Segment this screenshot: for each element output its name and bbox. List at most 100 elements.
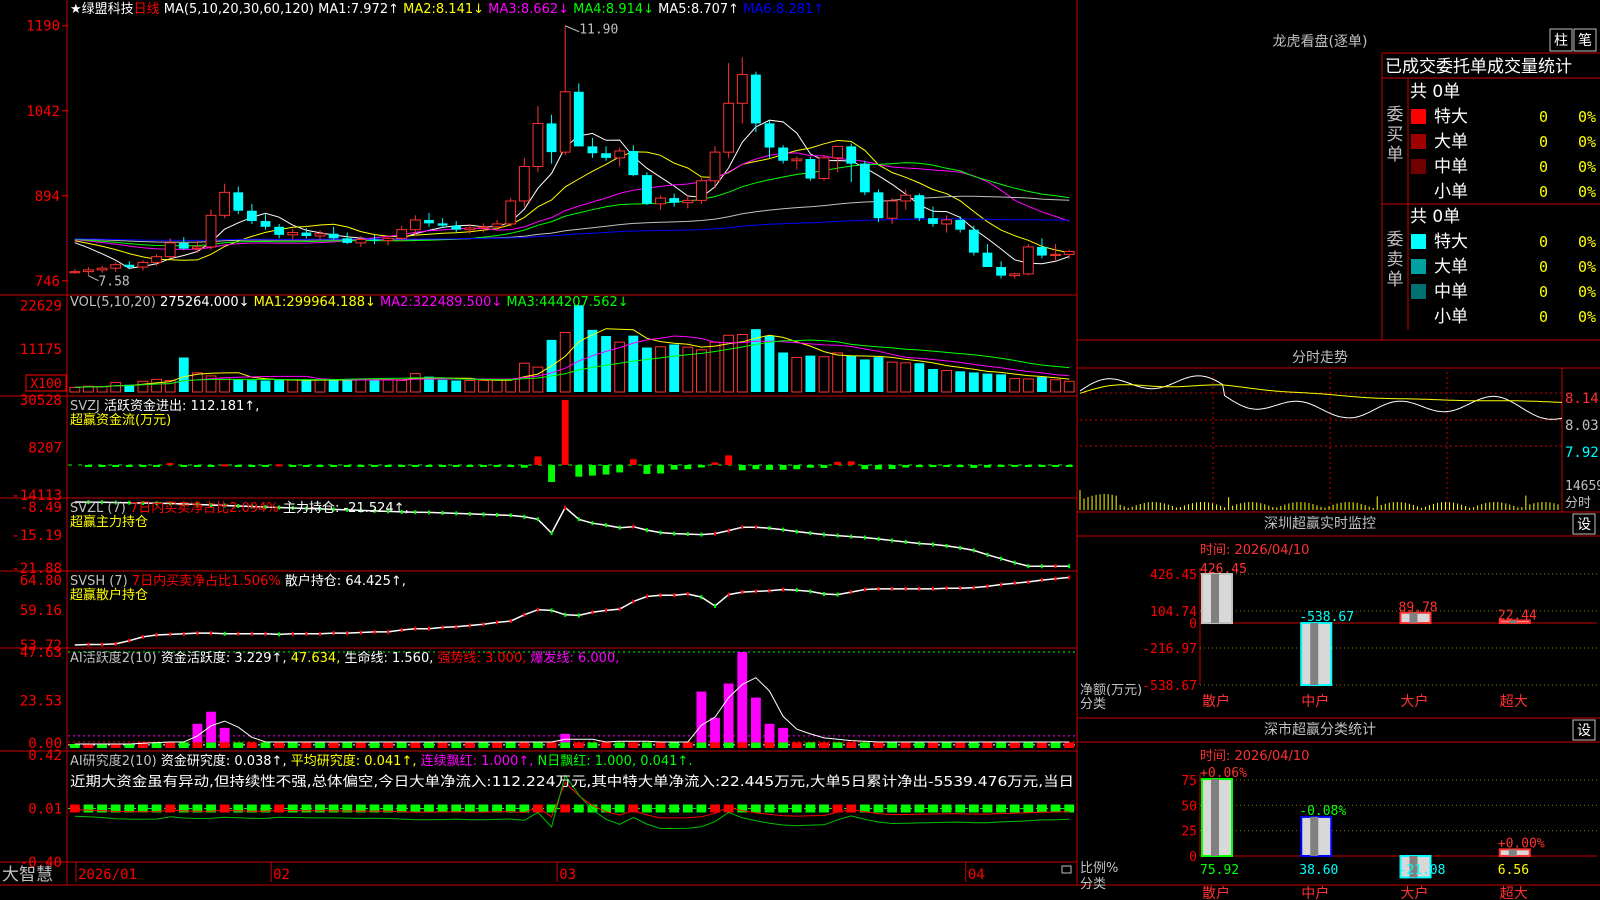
svzj-bar[interactable]	[480, 464, 487, 467]
ai-res-bar[interactable]	[1023, 804, 1034, 813]
ai-res-bar[interactable]	[219, 804, 230, 813]
svzj-bar[interactable]	[98, 464, 106, 467]
ai-res-bar[interactable]	[165, 804, 176, 813]
ai-base-bar[interactable]	[587, 742, 598, 748]
candle[interactable]	[859, 160, 870, 196]
svzj-bar[interactable]	[139, 464, 147, 467]
ai-base-bar[interactable]	[614, 742, 625, 748]
ai-base-bar[interactable]	[97, 743, 107, 748]
svzj-bar[interactable]	[575, 464, 583, 477]
volume-bar[interactable]	[914, 363, 925, 392]
ai-base-bar[interactable]	[451, 742, 462, 748]
ai-res-bar[interactable]	[819, 804, 829, 813]
sz_monitor-setting-button[interactable]: 设	[1577, 517, 1591, 533]
candle[interactable]	[750, 71, 761, 133]
volume-bar[interactable]	[573, 305, 584, 392]
svzj-bar[interactable]	[643, 464, 651, 474]
volume-bar[interactable]	[587, 329, 598, 392]
volume-bar[interactable]	[805, 355, 816, 392]
svzj-bar[interactable]	[520, 464, 528, 468]
ai-base-bar[interactable]	[968, 742, 979, 748]
ai-res-bar[interactable]	[968, 804, 979, 813]
ai-res-bar[interactable]	[928, 804, 938, 813]
volume-bar[interactable]	[69, 386, 81, 393]
ai-res-bar[interactable]	[1009, 804, 1020, 813]
svzj-bar[interactable]	[902, 464, 910, 468]
svzj-bar[interactable]	[411, 464, 419, 467]
volume-bar[interactable]	[1050, 379, 1061, 393]
ai-base-bar[interactable]	[914, 742, 925, 748]
ai-base-bar[interactable]	[928, 742, 938, 748]
ai-base-bar[interactable]	[165, 742, 176, 748]
ai-res-bar[interactable]	[655, 804, 666, 813]
ai-base-bar[interactable]	[791, 742, 802, 748]
volume-bar[interactable]	[696, 349, 707, 393]
ai-base-bar[interactable]	[424, 742, 434, 748]
ai-base-bar[interactable]	[383, 742, 394, 748]
volume-bar[interactable]	[478, 380, 489, 393]
ai-base-bar[interactable]	[859, 742, 870, 748]
svzj-bar[interactable]	[180, 464, 188, 467]
candle[interactable]	[696, 177, 707, 204]
ai-base-bar[interactable]	[478, 742, 489, 748]
ai-burst-bar[interactable]	[723, 683, 734, 743]
volume-bar[interactable]	[451, 380, 462, 393]
svzj-bar[interactable]	[534, 456, 542, 465]
ai-base-bar[interactable]	[369, 742, 380, 748]
svzj-bar[interactable]	[943, 464, 951, 467]
volume-bar[interactable]	[96, 386, 108, 393]
svzj-bar[interactable]	[725, 455, 733, 465]
svzj-bar[interactable]	[384, 464, 392, 467]
svzj-bar[interactable]	[193, 464, 201, 467]
ai-res-bar[interactable]	[996, 804, 1006, 813]
svzj-bar[interactable]	[112, 464, 120, 467]
svzj-bar[interactable]	[752, 464, 760, 470]
ai-res-bar[interactable]	[914, 804, 925, 813]
ai-base-bar[interactable]	[1050, 742, 1061, 748]
volume-bar[interactable]	[873, 357, 884, 392]
ai-base-bar[interactable]	[287, 742, 298, 748]
candle[interactable]	[205, 209, 217, 250]
ai-base-bar[interactable]	[682, 742, 693, 748]
ai-burst-bar[interactable]	[560, 733, 571, 743]
svzj-bar[interactable]	[507, 464, 515, 467]
volume-bar[interactable]	[437, 379, 448, 392]
ai-res-bar[interactable]	[301, 804, 312, 813]
ai-base-bar[interactable]	[628, 742, 639, 748]
svzj-bar[interactable]	[915, 464, 923, 468]
volume-bar[interactable]	[846, 355, 857, 392]
candle[interactable]	[805, 156, 816, 181]
ai-base-bar[interactable]	[832, 742, 843, 748]
volume-bar[interactable]	[859, 359, 870, 392]
svzj-bar[interactable]	[248, 464, 256, 467]
svzj-bar[interactable]	[289, 464, 297, 467]
svzj-bar[interactable]	[234, 464, 242, 467]
ai-res-bar[interactable]	[1064, 804, 1075, 813]
ai-base-bar[interactable]	[873, 742, 884, 748]
volume-bar[interactable]	[900, 362, 912, 393]
svzj-bar[interactable]	[629, 459, 637, 465]
ai-base-bar[interactable]	[1009, 742, 1020, 748]
ai-base-bar[interactable]	[750, 742, 761, 748]
volume-bar[interactable]	[464, 380, 476, 393]
ai-base-bar[interactable]	[533, 742, 543, 748]
ai-res-bar[interactable]	[614, 804, 625, 813]
volume-bar[interactable]	[1022, 378, 1034, 393]
ai-res-bar[interactable]	[560, 804, 571, 813]
ai-res-bar[interactable]	[682, 804, 693, 813]
ai-base-bar[interactable]	[505, 742, 516, 748]
volume-bar[interactable]	[1009, 378, 1021, 393]
sz_monitor-bar[interactable]	[1201, 573, 1233, 625]
svzj-bar[interactable]	[588, 464, 596, 476]
svzj-bar[interactable]	[330, 464, 338, 467]
ai-res-bar[interactable]	[274, 804, 285, 813]
ai-base-bar[interactable]	[805, 742, 816, 748]
ai-res-bar[interactable]	[1037, 804, 1047, 813]
ai-base-bar[interactable]	[178, 742, 189, 748]
volume-bar[interactable]	[669, 344, 680, 392]
volume-bar[interactable]	[151, 378, 162, 393]
ai-res-bar[interactable]	[846, 804, 857, 813]
svzj-bar[interactable]	[861, 464, 869, 470]
svzj-bar[interactable]	[343, 464, 351, 467]
ai-base-bar[interactable]	[124, 743, 135, 748]
